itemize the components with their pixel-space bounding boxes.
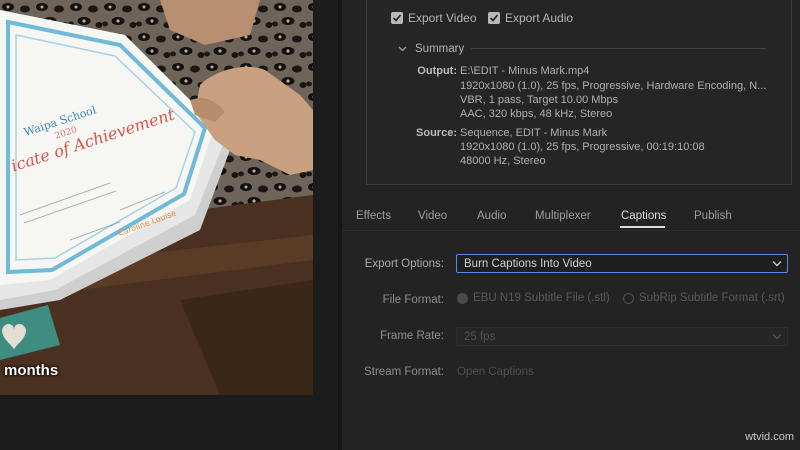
chevron-down-icon bbox=[398, 46, 407, 52]
summary-divider bbox=[471, 48, 766, 49]
export-options-dropdown[interactable]: Burn Captions Into Video bbox=[456, 254, 788, 273]
tab-audio[interactable]: Audio bbox=[477, 210, 506, 222]
output-label: Output: bbox=[417, 65, 457, 77]
export-video-checkbox[interactable] bbox=[391, 12, 403, 24]
tab-publish[interactable]: Publish bbox=[694, 210, 732, 222]
output-line: AAC, 320 kbps, 48 kHz, Stereo bbox=[460, 108, 613, 120]
stream-format-value: Open Captions bbox=[457, 366, 534, 378]
export-video-label: Export Video bbox=[408, 11, 477, 25]
burned-caption-text: months bbox=[4, 362, 59, 379]
chevron-down-icon bbox=[772, 261, 782, 267]
export-video-checkbox-row[interactable]: Export Video bbox=[391, 10, 477, 26]
preview-margin bbox=[313, 0, 338, 450]
export-audio-label: Export Audio bbox=[505, 11, 574, 25]
summary-heading: Summary bbox=[415, 43, 465, 55]
tab-multiplexer[interactable]: Multiplexer bbox=[535, 210, 591, 222]
frame-rate-dropdown[interactable]: 25 fps bbox=[456, 327, 788, 346]
export-options-value: Burn Captions Into Video bbox=[464, 257, 592, 270]
radio-unselected-icon[interactable] bbox=[623, 292, 634, 304]
tab-effects[interactable]: Effects bbox=[356, 210, 391, 222]
output-line: 1920x1080 (1.0), 25 fps, Progressive, Ha… bbox=[460, 80, 767, 92]
tab-video[interactable]: Video bbox=[418, 210, 447, 222]
summary-box: Export Video Export Audio Summary Output… bbox=[366, 0, 792, 185]
stream-format-label: Stream Format: bbox=[364, 366, 444, 378]
export-audio-checkbox-row[interactable]: Export Audio bbox=[488, 10, 573, 26]
active-tab-indicator bbox=[620, 226, 665, 228]
output-line: VBR, 1 pass, Target 10.00 Mbps bbox=[460, 94, 619, 106]
radio-selected-icon[interactable] bbox=[457, 292, 468, 304]
source-label: Source: bbox=[416, 127, 457, 139]
frame-rate-value: 25 fps bbox=[464, 330, 496, 343]
file-format-option-label: EBU N19 Subtitle File (.stl) bbox=[473, 292, 610, 304]
source-line: 48000 Hz, Stereo bbox=[460, 155, 546, 167]
file-format-option-stl[interactable]: EBU N19 Subtitle File (.stl) bbox=[457, 292, 610, 304]
file-format-option-label: SubRip Subtitle Format (.srt) bbox=[639, 292, 785, 304]
export-options-label: Export Options: bbox=[364, 258, 444, 270]
checkmark-icon bbox=[489, 14, 499, 22]
checkmark-icon bbox=[392, 14, 402, 22]
output-line: E:\EDIT - Minus Mark.mp4 bbox=[460, 65, 590, 77]
source-line: 1920x1080 (1.0), 25 fps, Progressive, 00… bbox=[460, 141, 705, 153]
watermark-text: wtvid.com bbox=[745, 431, 794, 443]
preview-letterbox bbox=[0, 395, 313, 450]
settings-tabs: Effects Video Audio Multiplexer Captions… bbox=[342, 202, 800, 231]
preview-frame-image: Waipa School 2020 icate of Achievement C… bbox=[0, 0, 313, 395]
file-format-option-srt[interactable]: SubRip Subtitle Format (.srt) bbox=[623, 292, 785, 304]
video-preview: Waipa School 2020 icate of Achievement C… bbox=[0, 0, 313, 395]
tab-captions[interactable]: Captions bbox=[621, 210, 666, 222]
export-audio-checkbox[interactable] bbox=[488, 12, 500, 24]
frame-rate-label: Frame Rate: bbox=[380, 330, 444, 342]
source-line: Sequence, EDIT - Minus Mark bbox=[460, 127, 608, 139]
chevron-down-icon bbox=[772, 334, 782, 340]
file-format-label: File Format: bbox=[382, 294, 444, 306]
export-settings-panel: Export Video Export Audio Summary Output… bbox=[342, 0, 800, 450]
summary-toggle[interactable]: Summary bbox=[398, 43, 464, 55]
